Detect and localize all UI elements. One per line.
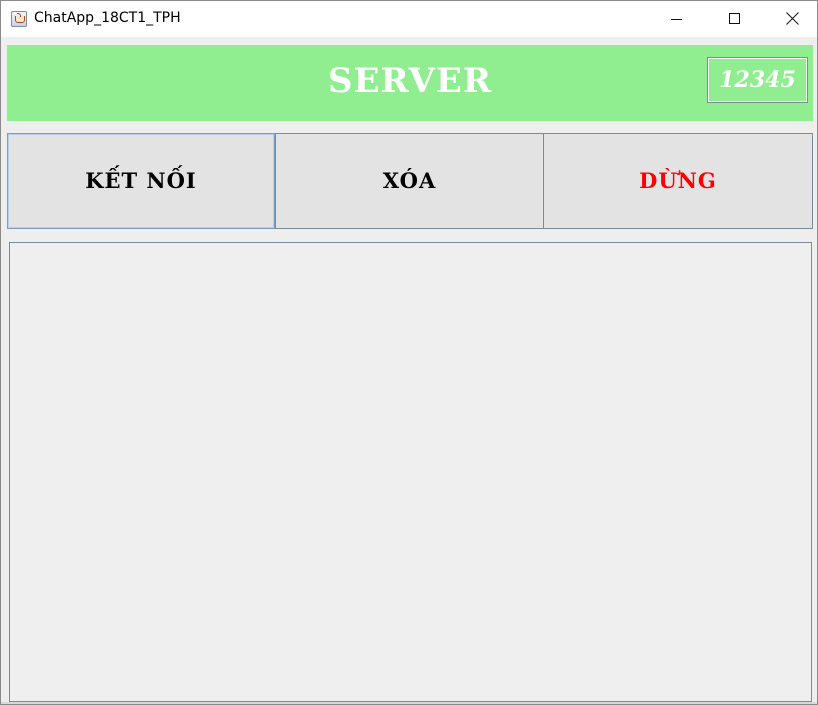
maximize-button[interactable] [706, 1, 764, 37]
connect-button[interactable]: KẾT NỐI [7, 133, 275, 229]
maximize-icon [729, 13, 740, 24]
minimize-button[interactable] [648, 1, 706, 37]
title-bar[interactable]: ChatApp_18CT1_TPH [1, 1, 817, 37]
stop-button[interactable]: DỪNG [543, 133, 813, 229]
app-window: ChatApp_18CT1_TPH SERVER KẾT NỐI XÓA DỪN… [0, 0, 818, 705]
minimize-icon [671, 19, 682, 20]
window-bottom-edge [1, 702, 817, 704]
port-field[interactable] [707, 57, 808, 103]
close-icon [786, 12, 799, 25]
clear-button[interactable]: XÓA [275, 133, 544, 229]
page-title: SERVER [327, 61, 493, 101]
action-toolbar: KẾT NỐI XÓA DỪNG [7, 133, 813, 229]
message-log[interactable] [9, 242, 812, 702]
content-pane: SERVER KẾT NỐI XÓA DỪNG [1, 37, 817, 704]
close-button[interactable] [763, 1, 817, 37]
java-cup-icon [11, 11, 27, 27]
server-header: SERVER [7, 45, 813, 121]
window-title: ChatApp_18CT1_TPH [34, 10, 181, 26]
